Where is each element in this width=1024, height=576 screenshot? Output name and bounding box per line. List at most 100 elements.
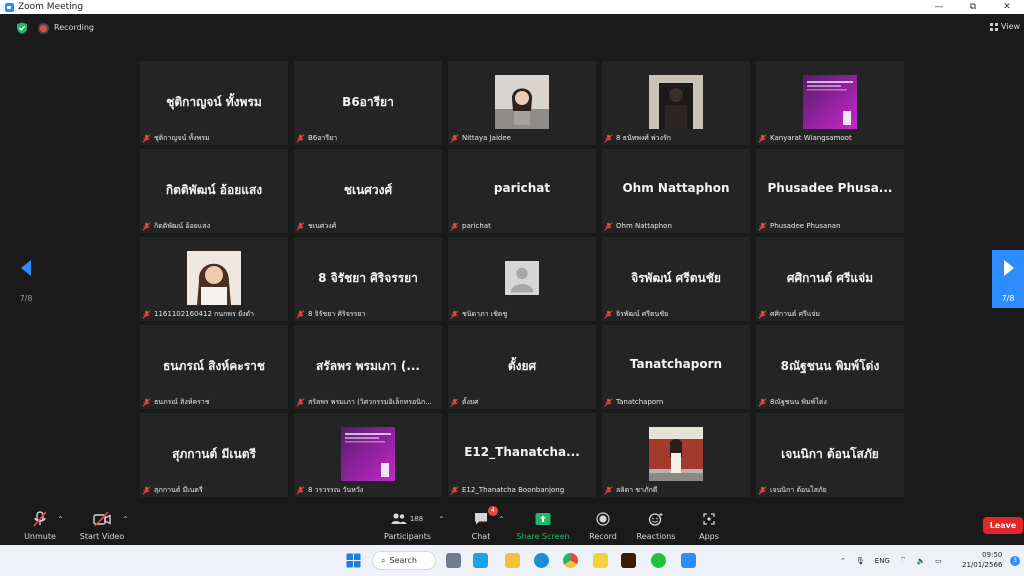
participant-tile[interactable]: Phusadee Phusa... Phusadee Phusanan xyxy=(756,149,904,233)
close-button[interactable]: ✕ xyxy=(990,0,1024,14)
participant-tile[interactable]: Kanyarat Wiangsamoot xyxy=(756,61,904,145)
volume-icon[interactable]: 🔈 xyxy=(916,557,925,565)
participant-display-name: จิรพัฒน์ ศรีตนชัย xyxy=(631,271,721,285)
participant-display-name: Tanatchaporn xyxy=(629,357,723,371)
participant-name-label: Tanatchaporn xyxy=(616,398,664,406)
next-page-button[interactable]: 7/8 xyxy=(992,250,1024,308)
participant-name-label: ตั้งยศ xyxy=(462,397,479,406)
chat-options-caret-icon[interactable]: ⌃ xyxy=(498,515,505,524)
participant-tile[interactable]: ตั้งยศ ตั้งยศ xyxy=(448,325,596,409)
illustrator-icon[interactable] xyxy=(621,553,636,568)
participant-display-name: ชุติกาญจน์ ทั้งพรม xyxy=(166,95,262,109)
mic-muted-icon xyxy=(296,221,305,231)
start-video-button[interactable]: Start Video xyxy=(78,509,126,541)
taskbar-clock[interactable]: 09:50 21/01/2566 xyxy=(962,550,1002,570)
unmute-button[interactable]: Unmute xyxy=(20,509,60,541)
participant-name-label: กิตติพัฒน์ อ้อยแสง xyxy=(154,221,210,230)
participant-video-image xyxy=(649,427,703,481)
participant-tile[interactable]: E12_Thanatcha... E12_Thanatcha Boonbanjon… xyxy=(448,413,596,497)
participant-tile[interactable]: Ohm Nattaphon Ohm Nattaphon xyxy=(602,149,750,233)
share-screen-button[interactable]: Share Screen xyxy=(516,509,570,541)
participant-tile[interactable]: 8 ธนัทพงศ์ พ่วงรัก xyxy=(602,61,750,145)
mic-muted-icon xyxy=(604,133,613,143)
participant-nameplate: Tanatchaporn xyxy=(604,397,746,407)
participant-tile[interactable]: สรัลพร พรมเภา (... สรัลพร พรมเภา (วิศวกรร… xyxy=(294,325,442,409)
microphone-tray-icon[interactable]: 🎙 xyxy=(856,557,865,565)
mic-muted-icon xyxy=(758,485,767,495)
sticky-notes-icon[interactable] xyxy=(593,553,608,568)
tray-chevron-icon[interactable]: ⌃ xyxy=(840,557,846,565)
participant-tile[interactable]: 8 จิรัชยา ศิริจรรยา 8 จิรัชยา ศิริจรรยา xyxy=(294,237,442,321)
taskbar-search[interactable]: ⌕ Search xyxy=(372,551,436,570)
leave-button[interactable]: Leave xyxy=(983,517,1023,534)
participant-display-name: E12_Thanatcha... xyxy=(464,445,580,459)
participant-tile[interactable]: ชเนศวงศ์ ชเนศวงศ์ xyxy=(294,149,442,233)
mic-muted-icon xyxy=(33,511,47,527)
previous-page-button[interactable]: 7/8 xyxy=(10,250,42,308)
reactions-button[interactable]: Reactions xyxy=(636,509,676,541)
participant-name-label: E12_Thanatcha Boonbanjong xyxy=(462,486,565,494)
minimize-button[interactable]: — xyxy=(922,0,956,14)
mic-muted-icon xyxy=(142,309,151,319)
page-indicator-right: 7/8 xyxy=(1001,294,1015,303)
participant-display-name: เจนนิกา ต้อนโสภัย xyxy=(781,447,879,461)
chat-button[interactable]: 4 Chat xyxy=(468,506,498,541)
view-button[interactable]: View xyxy=(990,22,1020,31)
battery-icon[interactable]: ▭ xyxy=(935,557,942,565)
line-app-icon[interactable] xyxy=(651,553,666,568)
participant-tile[interactable]: กิตติพัฒน์ อ้อยแสง กิตติพัฒน์ อ้อยแสง xyxy=(140,149,288,233)
participant-name-label: 1161102160412 กนกพร ยังดำ xyxy=(154,309,254,318)
participant-tile[interactable]: ธนภรณ์ สิงห์คะราช ธนภรณ์ สิงห์คราช xyxy=(140,325,288,409)
participant-tile[interactable]: ลลิตา ชาภักดี xyxy=(602,413,750,497)
edge-browser-icon[interactable] xyxy=(534,553,549,568)
participant-name-label: 8ณัฐชนน พิมพ์โด่ง xyxy=(770,397,827,406)
taskbar-search-label: Search xyxy=(389,556,417,565)
participant-display-name: ธนภรณ์ สิงห์คะราช xyxy=(162,359,266,373)
gallery-grid: ชุติกาญจน์ ทั้งพรม ชุติกาญจน์ ทั้งพรม B6อา… xyxy=(140,61,904,499)
app-l-icon[interactable] xyxy=(473,553,488,568)
task-view-icon[interactable] xyxy=(446,553,461,568)
video-options-caret-icon[interactable]: ⌃ xyxy=(122,515,129,524)
participant-tile[interactable]: B6อารียา B6อารียา xyxy=(294,61,442,145)
participant-tile[interactable]: 8 วรวรรณ วันหวัง xyxy=(294,413,442,497)
participant-tile[interactable]: จิรพัฒน์ ศรีตนชัย จิรพัฒน์ ศรีตนชัย xyxy=(602,237,750,321)
participants-options-caret-icon[interactable]: ⌃ xyxy=(438,515,445,524)
apps-icon xyxy=(703,513,715,525)
participants-button[interactable]: 188 Participants xyxy=(384,509,431,541)
participant-tile[interactable]: Nittaya Jaidee xyxy=(448,61,596,145)
notification-count-badge[interactable]: 3 xyxy=(1010,556,1020,566)
chrome-browser-icon[interactable] xyxy=(563,553,578,568)
security-shield-icon[interactable] xyxy=(16,22,28,34)
participant-tile[interactable]: ชนิดาภา เชิดชู xyxy=(448,237,596,321)
windows-start-icon[interactable] xyxy=(346,553,361,568)
participant-nameplate: E12_Thanatcha Boonbanjong xyxy=(450,485,592,495)
participant-tile[interactable]: ชุติกาญจน์ ทั้งพรม ชุติกาญจน์ ทั้งพรม xyxy=(140,61,288,145)
participant-tile[interactable]: 8ณัฐชนน พิมพ์โด่ง 8ณัฐชนน พิมพ์โด่ง xyxy=(756,325,904,409)
participant-name-label: 8 ธนัทพงศ์ พ่วงรัก xyxy=(616,133,672,142)
apps-button[interactable]: Apps xyxy=(696,509,722,541)
file-explorer-icon[interactable] xyxy=(505,553,520,568)
participant-tile[interactable]: 1161102160412 กนกพร ยังดำ xyxy=(140,237,288,321)
participants-label: Participants xyxy=(384,532,431,541)
participant-tile[interactable]: ศศิกานต์ ศรีแจ่ม ศศิกานต์ ศรีแจ่ม xyxy=(756,237,904,321)
mic-muted-icon xyxy=(758,309,767,319)
participant-tile[interactable]: เจนนิกา ต้อนโสภัย เจนนิกา ต้อนโสภัย xyxy=(756,413,904,497)
participant-nameplate: ศศิกานต์ ศรีแจ่ม xyxy=(758,309,900,319)
zoom-app-icon[interactable] xyxy=(681,553,696,568)
language-indicator[interactable]: ENG xyxy=(875,557,890,565)
share-screen-icon xyxy=(535,513,551,525)
wifi-icon[interactable]: ⌔ xyxy=(900,556,907,565)
mic-muted-icon xyxy=(450,133,459,143)
participant-name-label: ชนิดาภา เชิดชู xyxy=(462,309,508,318)
window-title: Zoom Meeting xyxy=(18,2,84,12)
maximize-button[interactable]: ⧉ xyxy=(956,0,990,14)
record-button[interactable]: Record xyxy=(586,509,620,541)
participant-tile[interactable]: parichat parichat xyxy=(448,149,596,233)
participant-tile[interactable]: สุภกานต์ มีเนตรี สุภกานต์ มีเนตรี xyxy=(140,413,288,497)
system-tray: ⌃ 🎙 ENG ⌔ 🔈 ▭ xyxy=(840,545,942,576)
participant-name-label: parichat xyxy=(462,222,491,230)
participant-display-name: กิตติพัฒน์ อ้อยแสง xyxy=(165,183,263,197)
audio-options-caret-icon[interactable]: ⌃ xyxy=(57,515,64,524)
participant-tile[interactable]: Tanatchaporn Tanatchaporn xyxy=(602,325,750,409)
participant-nameplate: เจนนิกา ต้อนโสภัย xyxy=(758,485,900,495)
